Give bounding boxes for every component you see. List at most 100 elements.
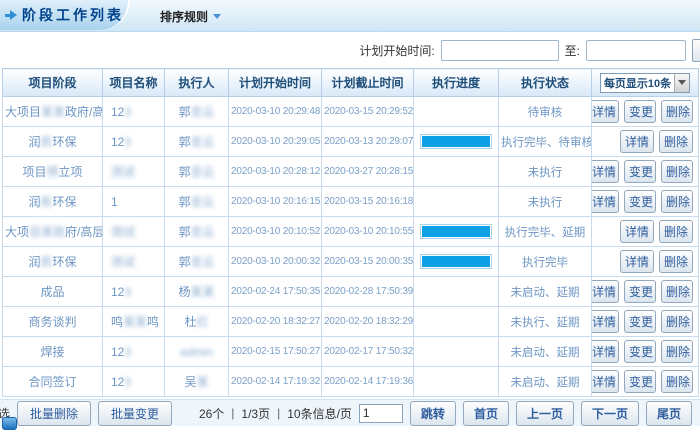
change-button[interactable]: 变更 <box>624 190 656 213</box>
delete-button[interactable]: 删除 <box>661 160 693 183</box>
col-header-end-time: 计划截止时间 <box>322 69 414 97</box>
details-button[interactable]: 详情 <box>592 310 620 333</box>
action-buttons: 详情变更删除 <box>594 370 696 393</box>
total-count: 26个 <box>199 405 224 422</box>
next-page-button[interactable]: 下一页 <box>581 401 639 426</box>
cell-end-time: 2020-03-15 20:00:35 <box>322 247 414 277</box>
first-page-button[interactable]: 首页 <box>463 401 509 426</box>
cell-status: 未执行 <box>499 157 592 187</box>
cell-executor: 郭忠云 <box>165 97 229 127</box>
search-button[interactable] <box>692 39 700 62</box>
redacted-text: 某某 <box>191 285 215 299</box>
delete-button[interactable]: 删除 <box>659 130 693 153</box>
details-button[interactable]: 详情 <box>620 250 654 273</box>
cell-status: 执行完毕、待审核 <box>499 127 592 157</box>
action-buttons: 详情删除 <box>594 250 696 273</box>
action-buttons: 详情变更删除 <box>594 190 696 213</box>
cell-progress <box>414 367 499 397</box>
cell-end-time: 2020-02-14 17:19:36 <box>322 367 414 397</box>
change-button[interactable]: 变更 <box>624 100 656 123</box>
change-button[interactable]: 变更 <box>624 340 656 363</box>
redacted-text: 某 <box>197 375 209 389</box>
cell-text: 12 <box>111 105 124 119</box>
table-row: 润民环保1郭忠云2020-03-10 20:16:152020-03-15 20… <box>3 187 699 217</box>
top-band: 阶段工作列表 排序规则 <box>0 0 700 32</box>
change-button[interactable]: 变更 <box>624 160 656 183</box>
jump-button[interactable]: 跳转 <box>410 401 456 426</box>
delete-button[interactable]: 删除 <box>661 370 693 393</box>
change-button[interactable]: 变更 <box>624 370 656 393</box>
cell-actions: 详情删除 <box>592 247 699 277</box>
cell-text: 大项 <box>5 225 29 239</box>
cell-progress <box>414 277 499 307</box>
last-page-button[interactable]: 尾页 <box>646 401 692 426</box>
cell-start-time: 2020-02-15 17:50:27 <box>229 337 322 367</box>
table-row: 焊接123admin2020-02-15 17:50:272020-02-17 … <box>3 337 699 367</box>
sort-rules-label: 排序规则 <box>160 8 208 25</box>
batch-change-button[interactable]: 批量变更 <box>98 401 172 426</box>
details-button[interactable]: 详情 <box>620 220 654 243</box>
cell-text: 12 <box>111 285 124 299</box>
sort-rules-dropdown[interactable]: 排序规则 <box>160 8 221 25</box>
work-list-table: 项目阶段 项目名称 执行人 计划开始时间 计划截止时间 执行进度 执行状态 每页… <box>2 68 699 397</box>
start-date-input[interactable] <box>441 40 559 61</box>
delete-button[interactable]: 删除 <box>661 190 693 213</box>
cell-text: 润 <box>28 195 40 209</box>
cell-status: 未启动、延期 <box>499 367 592 397</box>
cell-executor: 郭忠云 <box>165 247 229 277</box>
details-button[interactable]: 详情 <box>592 160 620 183</box>
select-dropdown-button[interactable] <box>674 74 689 92</box>
action-buttons: 详情删除 <box>594 220 696 243</box>
cell-project-name: 123 <box>103 97 165 127</box>
progress-bar <box>420 224 492 239</box>
delete-button[interactable]: 删除 <box>659 220 693 243</box>
end-date-input[interactable] <box>586 40 686 61</box>
page-title: 阶段工作列表 <box>22 5 124 25</box>
delete-button[interactable]: 删除 <box>659 250 693 273</box>
page-jump-input[interactable] <box>359 404 403 423</box>
cell-stage: 润民环保 <box>3 187 103 217</box>
cell-status: 未启动、延期 <box>499 277 592 307</box>
details-button[interactable]: 详情 <box>592 100 620 123</box>
cell-text: 成品 <box>40 285 64 299</box>
cell-text: 润 <box>28 255 40 269</box>
col-header-start-time: 计划开始时间 <box>229 69 322 97</box>
details-button[interactable]: 详情 <box>592 370 620 393</box>
cell-executor: 郭忠云 <box>165 157 229 187</box>
details-button[interactable]: 详情 <box>592 340 620 363</box>
separator: | <box>277 406 280 420</box>
progress-bar <box>420 254 492 269</box>
cell-project-name: 测试 <box>103 157 165 187</box>
action-buttons: 详情变更删除 <box>594 340 696 363</box>
details-button[interactable]: 详情 <box>620 130 654 153</box>
change-button[interactable]: 变更 <box>624 310 656 333</box>
table-row: 合同签订123吴某2020-02-14 17:19:322020-02-14 1… <box>3 367 699 397</box>
arrow-right-icon <box>5 10 17 20</box>
cell-text: 郭 <box>178 225 190 239</box>
cell-start-time: 2020-02-14 17:19:32 <box>229 367 322 397</box>
page-size-select[interactable]: 每页显示10条 <box>600 73 690 93</box>
delete-button[interactable]: 删除 <box>661 340 693 363</box>
status-corner-icon <box>2 417 17 430</box>
delete-button[interactable]: 删除 <box>661 310 693 333</box>
prev-page-button[interactable]: 上一页 <box>516 401 574 426</box>
cell-stage: 商务谈判 <box>3 307 103 337</box>
details-button[interactable]: 详情 <box>592 280 620 303</box>
cell-start-time: 2020-03-10 20:29:48 <box>229 97 322 127</box>
cell-text: 杨 <box>178 285 190 299</box>
cell-actions: 详情变更删除 <box>592 367 699 397</box>
change-button[interactable]: 变更 <box>624 280 656 303</box>
table-row: 成品123杨某某2020-02-24 17:50:352020-02-28 17… <box>3 277 699 307</box>
tab-stage-work-list[interactable]: 阶段工作列表 <box>0 0 130 30</box>
cell-stage: 项目预立项 <box>3 157 103 187</box>
cell-stage: 润民环保 <box>3 247 103 277</box>
cell-start-time: 2020-03-10 20:29:05 <box>229 127 322 157</box>
details-button[interactable]: 详情 <box>592 190 620 213</box>
delete-button[interactable]: 删除 <box>661 280 693 303</box>
delete-button[interactable]: 删除 <box>661 100 693 123</box>
cell-actions: 详情变更删除 <box>592 157 699 187</box>
batch-delete-button[interactable]: 批量删除 <box>17 401 91 426</box>
cell-start-time: 2020-03-10 20:16:15 <box>229 187 322 217</box>
caret-down-icon <box>678 80 686 85</box>
cell-progress <box>414 187 499 217</box>
